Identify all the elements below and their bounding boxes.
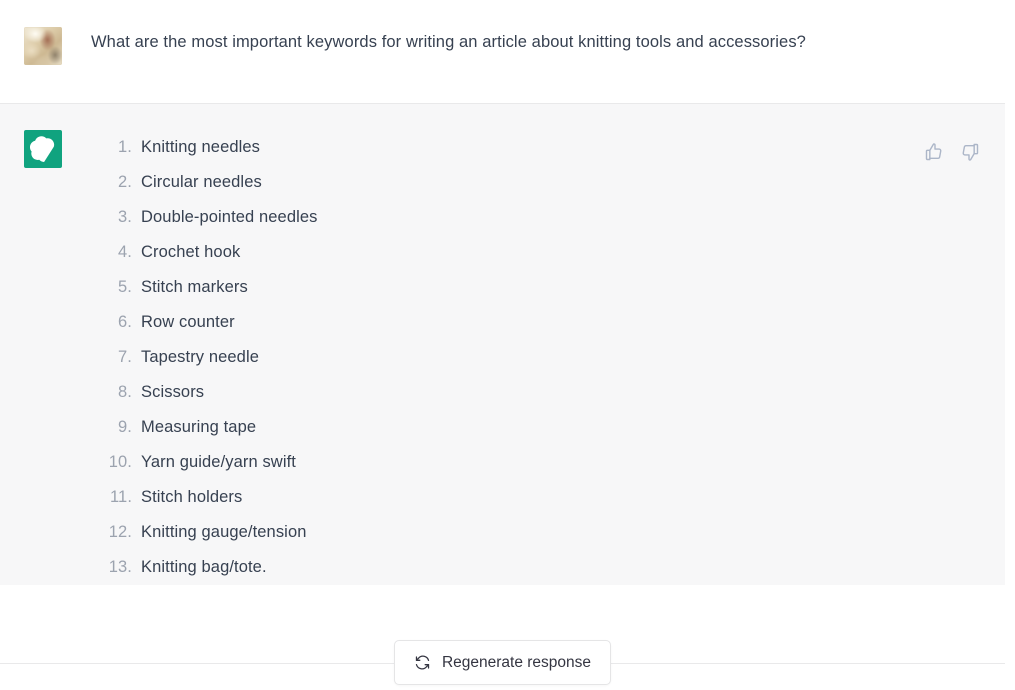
list-item-label: Stitch holders [141,488,243,506]
list-item: 6. Row counter [91,305,921,340]
list-item-label: Row counter [141,313,235,331]
list-item-number: 7. [118,348,132,366]
list-item: 11. Stitch holders [91,480,921,515]
list-item: 7. Tapestry needle [91,340,921,375]
list-item-label: Knitting gauge/tension [141,523,307,541]
regenerate-response-button[interactable]: Regenerate response [393,640,612,685]
list-item-number: 5. [118,278,132,296]
scrollbar-gutter[interactable] [1005,0,1015,690]
chat-app: What are the most important keywords for… [0,0,1015,690]
assistant-message-inner: 1. Knitting needles 2. Circular needles 3. Do… [0,130,1005,585]
thumbs-up-button[interactable] [923,141,945,163]
assistant-message-row: 1. Knitting needles 2. Circular needles 3. Do… [0,104,1005,585]
thumbs-up-icon [924,142,944,162]
user-message-text: What are the most important keywords for… [91,33,806,51]
list-item-number: 11. [109,488,132,506]
refresh-icon [414,654,431,671]
user-message-row: What are the most important keywords for… [0,0,1005,104]
feedback-controls [923,141,981,163]
list-item: 3. Double-pointed needles [91,200,921,235]
list-item: 4. Crochet hook [91,235,921,270]
list-item-label: Crochet hook [141,243,241,261]
user-message-inner: What are the most important keywords for… [0,27,1005,65]
list-item-number: 1. [118,138,132,156]
list-item-number: 3. [118,208,132,226]
list-item-number: 4. [118,243,132,261]
list-item-label: Circular needles [141,173,262,191]
list-item-label: Knitting needles [141,138,261,156]
list-item-number: 2. [118,173,132,191]
list-item-label: Yarn guide/yarn swift [141,453,296,471]
list-item: 5. Stitch markers [91,270,921,305]
list-item-number: 10. [108,453,132,471]
list-item-number: 8. [118,383,132,401]
user-message-body: What are the most important keywords for… [62,27,981,58]
list-item-label: Knitting bag/tote. [141,558,267,576]
user-avatar-photo [24,27,62,65]
list-item-label: Scissors [141,383,205,401]
keyword-list: 1. Knitting needles 2. Circular needles 3. Do… [91,130,921,585]
list-item: 10. Yarn guide/yarn swift [91,445,921,480]
list-item: 1. Knitting needles [91,130,921,165]
regenerate-response-label: Regenerate response [441,653,592,671]
user-avatar-image [24,27,62,65]
list-item-number: 9. [118,418,132,436]
list-item-number: 6. [118,313,132,331]
list-item-number: 12. [108,523,132,541]
thumbs-down-icon [960,142,980,162]
list-item: 2. Circular needles [91,165,921,200]
list-item: 8. Scissors [91,375,921,410]
assistant-message-body: 1. Knitting needles 2. Circular needles 3. Do… [62,130,981,585]
chatgpt-logo-icon [24,130,62,168]
list-item-label: Tapestry needle [141,348,259,366]
list-item-label: Measuring tape [141,418,257,436]
list-item-number: 13. [108,558,132,576]
list-item-label: Stitch markers [141,278,248,296]
list-item: 12. Knitting gauge/tension [91,515,921,550]
thumbs-down-button[interactable] [959,141,981,163]
list-item: 13. Knitting bag/tote. [91,550,921,585]
list-item-label: Double-pointed needles [141,208,318,226]
conversation-thread[interactable]: What are the most important keywords for… [0,0,1005,690]
list-item: 9. Measuring tape [91,410,921,445]
